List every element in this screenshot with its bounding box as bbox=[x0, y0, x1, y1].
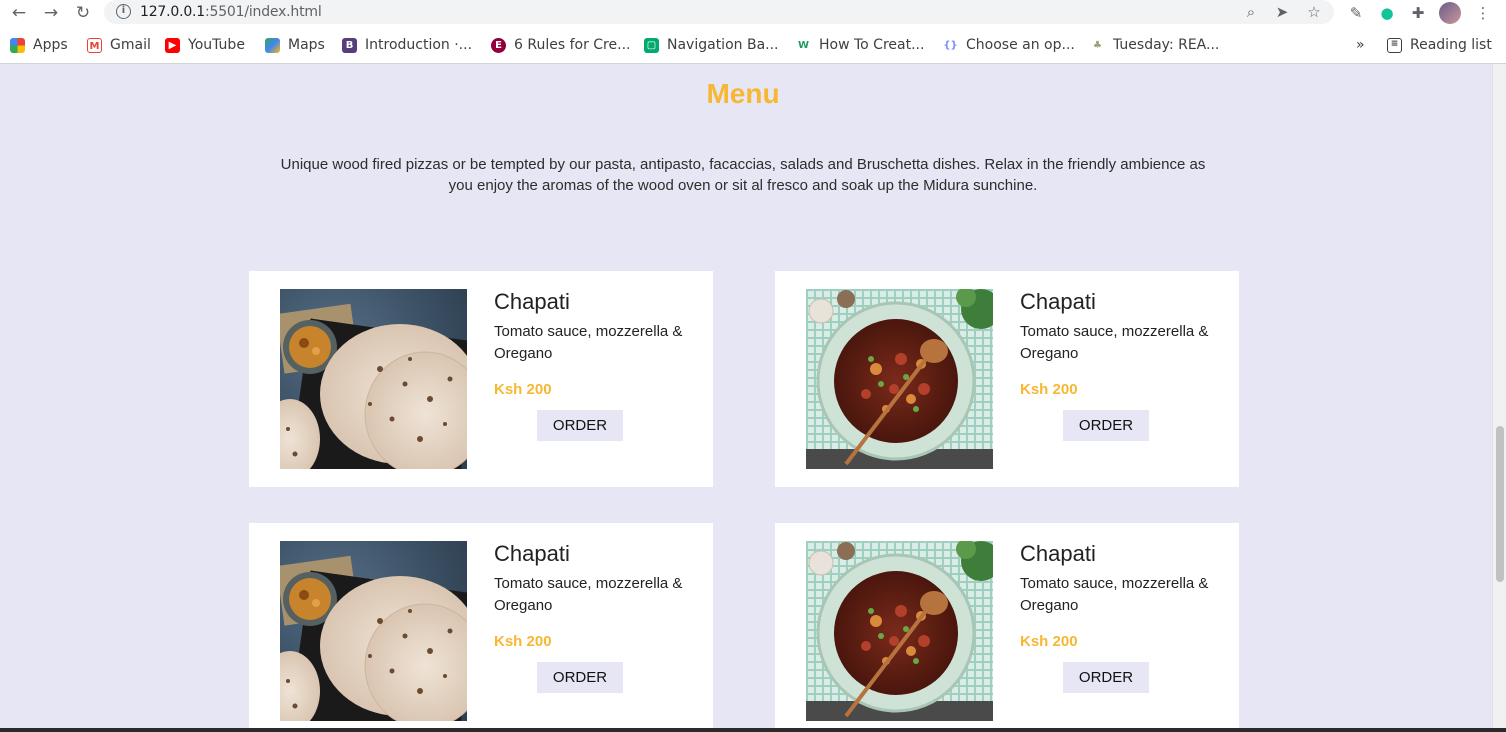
bookmark-label: Navigation Ba... bbox=[667, 37, 779, 53]
browser-toolbar: ← → ↻ i 127.0.0.1:5501/index.html ⌕ ➤ ☆ … bbox=[0, 0, 1506, 26]
item-description: Tomato sauce, mozzerella & Oregano bbox=[1020, 323, 1209, 362]
item-description: Tomato sauce, mozzerella & Oregano bbox=[494, 575, 683, 614]
item-price: Ksh 200 bbox=[1020, 381, 1078, 398]
bookmarks-bar: Apps M Gmail ▶ YouTube Maps B Introducti… bbox=[0, 31, 1506, 59]
maps-icon bbox=[265, 37, 280, 53]
item-price: Ksh 200 bbox=[494, 381, 552, 398]
send-icon[interactable]: ➤ bbox=[1272, 2, 1292, 22]
chapati-image bbox=[280, 289, 467, 469]
w-logo-icon: W bbox=[796, 37, 811, 53]
bookmark-elementor[interactable]: E 6 Rules for Cre... bbox=[491, 35, 630, 55]
profile-avatar-icon[interactable] bbox=[1439, 2, 1461, 24]
bookmark-bootstrap[interactable]: B Introduction ·... bbox=[342, 35, 472, 55]
bookmark-label: Choose an op... bbox=[966, 37, 1075, 53]
apps-grid-icon bbox=[10, 37, 25, 53]
eyedropper-extension-icon[interactable]: ✎ bbox=[1345, 2, 1367, 24]
order-button[interactable]: ORDER bbox=[1063, 410, 1149, 441]
w3schools-icon: ▢ bbox=[644, 37, 659, 53]
item-name: Chapati bbox=[1020, 541, 1096, 566]
bookmark-choose[interactable]: {} Choose an op... bbox=[943, 35, 1075, 55]
item-name: Chapati bbox=[1020, 289, 1096, 314]
item-description: Tomato sauce, mozzerella & Oregano bbox=[1020, 575, 1209, 614]
star-icon[interactable]: ☆ bbox=[1304, 2, 1324, 22]
bookmark-youtube[interactable]: ▶ YouTube bbox=[165, 35, 245, 55]
chapati-image bbox=[280, 541, 467, 721]
bookmark-label: How To Creat... bbox=[819, 37, 925, 53]
url-text: 127.0.0.1:5501/index.html bbox=[140, 4, 322, 20]
bookmark-label: Introduction ·... bbox=[365, 37, 473, 53]
zoom-search-icon[interactable]: ⌕ bbox=[1241, 2, 1261, 22]
grammarly-icon[interactable]: ● bbox=[1376, 2, 1398, 24]
info-icon[interactable]: i bbox=[116, 4, 131, 19]
stew-image bbox=[806, 289, 993, 469]
browser-chrome: ← → ↻ i 127.0.0.1:5501/index.html ⌕ ➤ ☆ … bbox=[0, 0, 1506, 64]
bookmarks-overflow-icon[interactable]: » bbox=[1356, 35, 1365, 55]
forward-arrow-icon[interactable]: → bbox=[40, 2, 62, 24]
elementor-icon: E bbox=[491, 37, 506, 53]
menu-card: Chapati Tomato sauce, mozzerella & Orega… bbox=[775, 271, 1239, 487]
order-button[interactable]: ORDER bbox=[537, 410, 623, 441]
bookmark-w3schools[interactable]: ▢ Navigation Ba... bbox=[644, 35, 779, 55]
bookmark-gmail[interactable]: M Gmail bbox=[87, 35, 151, 55]
bookmark-howto[interactable]: W How To Creat... bbox=[796, 35, 924, 55]
scrollbar-thumb[interactable] bbox=[1496, 426, 1504, 582]
menu-card: Chapati Tomato sauce, mozzerella & Orega… bbox=[249, 523, 713, 732]
youtube-icon: ▶ bbox=[165, 37, 180, 53]
browser-menu-icon[interactable]: ⋮ bbox=[1472, 2, 1494, 24]
menu-card: Chapati Tomato sauce, mozzerella & Orega… bbox=[775, 523, 1239, 732]
item-name: Chapati bbox=[494, 289, 570, 314]
menu-card: Chapati Tomato sauce, mozzerella & Orega… bbox=[249, 271, 713, 487]
braces-icon: {} bbox=[943, 37, 958, 53]
tree-icon: ♣ bbox=[1090, 37, 1105, 53]
status-bar bbox=[0, 728, 1506, 732]
reading-list-label: Reading list bbox=[1410, 37, 1492, 53]
bookmark-label: Maps bbox=[288, 37, 325, 53]
bookmark-label: Apps bbox=[33, 37, 68, 53]
menu-description: Unique wood fired pizzas or be tempted b… bbox=[280, 156, 1206, 194]
page-content: Menu Unique wood fired pizzas or be temp… bbox=[0, 64, 1492, 732]
bookmark-maps[interactable]: Maps bbox=[265, 35, 325, 55]
back-arrow-icon[interactable]: ← bbox=[8, 2, 30, 24]
menu-title: Menu bbox=[706, 78, 780, 109]
item-name: Chapati bbox=[494, 541, 570, 566]
item-price: Ksh 200 bbox=[494, 633, 552, 650]
bookmark-apps[interactable]: Apps bbox=[10, 35, 68, 55]
item-description: Tomato sauce, mozzerella & Oregano bbox=[494, 323, 683, 362]
bookmark-label: 6 Rules for Cre... bbox=[514, 37, 631, 53]
item-price: Ksh 200 bbox=[1020, 633, 1078, 650]
extensions-puzzle-icon[interactable]: ✚ bbox=[1407, 2, 1429, 24]
reload-icon[interactable]: ↻ bbox=[72, 2, 94, 24]
stew-image bbox=[806, 541, 993, 721]
order-button[interactable]: ORDER bbox=[537, 662, 623, 693]
gmail-icon: M bbox=[87, 37, 102, 53]
reading-list[interactable]: ≡ Reading list bbox=[1387, 35, 1492, 55]
order-button[interactable]: ORDER bbox=[1063, 662, 1149, 693]
reading-list-icon: ≡ bbox=[1387, 37, 1402, 53]
bookmark-tuesday[interactable]: ♣ Tuesday: REA... bbox=[1090, 35, 1219, 55]
bootstrap-icon: B bbox=[342, 37, 357, 53]
address-bar[interactable]: i 127.0.0.1:5501/index.html ⌕ ➤ ☆ bbox=[104, 0, 1334, 24]
bookmark-label: YouTube bbox=[188, 37, 245, 53]
bookmark-label: Gmail bbox=[110, 37, 151, 53]
page-scrollbar[interactable] bbox=[1492, 64, 1506, 728]
bookmark-label: Tuesday: REA... bbox=[1113, 37, 1220, 53]
